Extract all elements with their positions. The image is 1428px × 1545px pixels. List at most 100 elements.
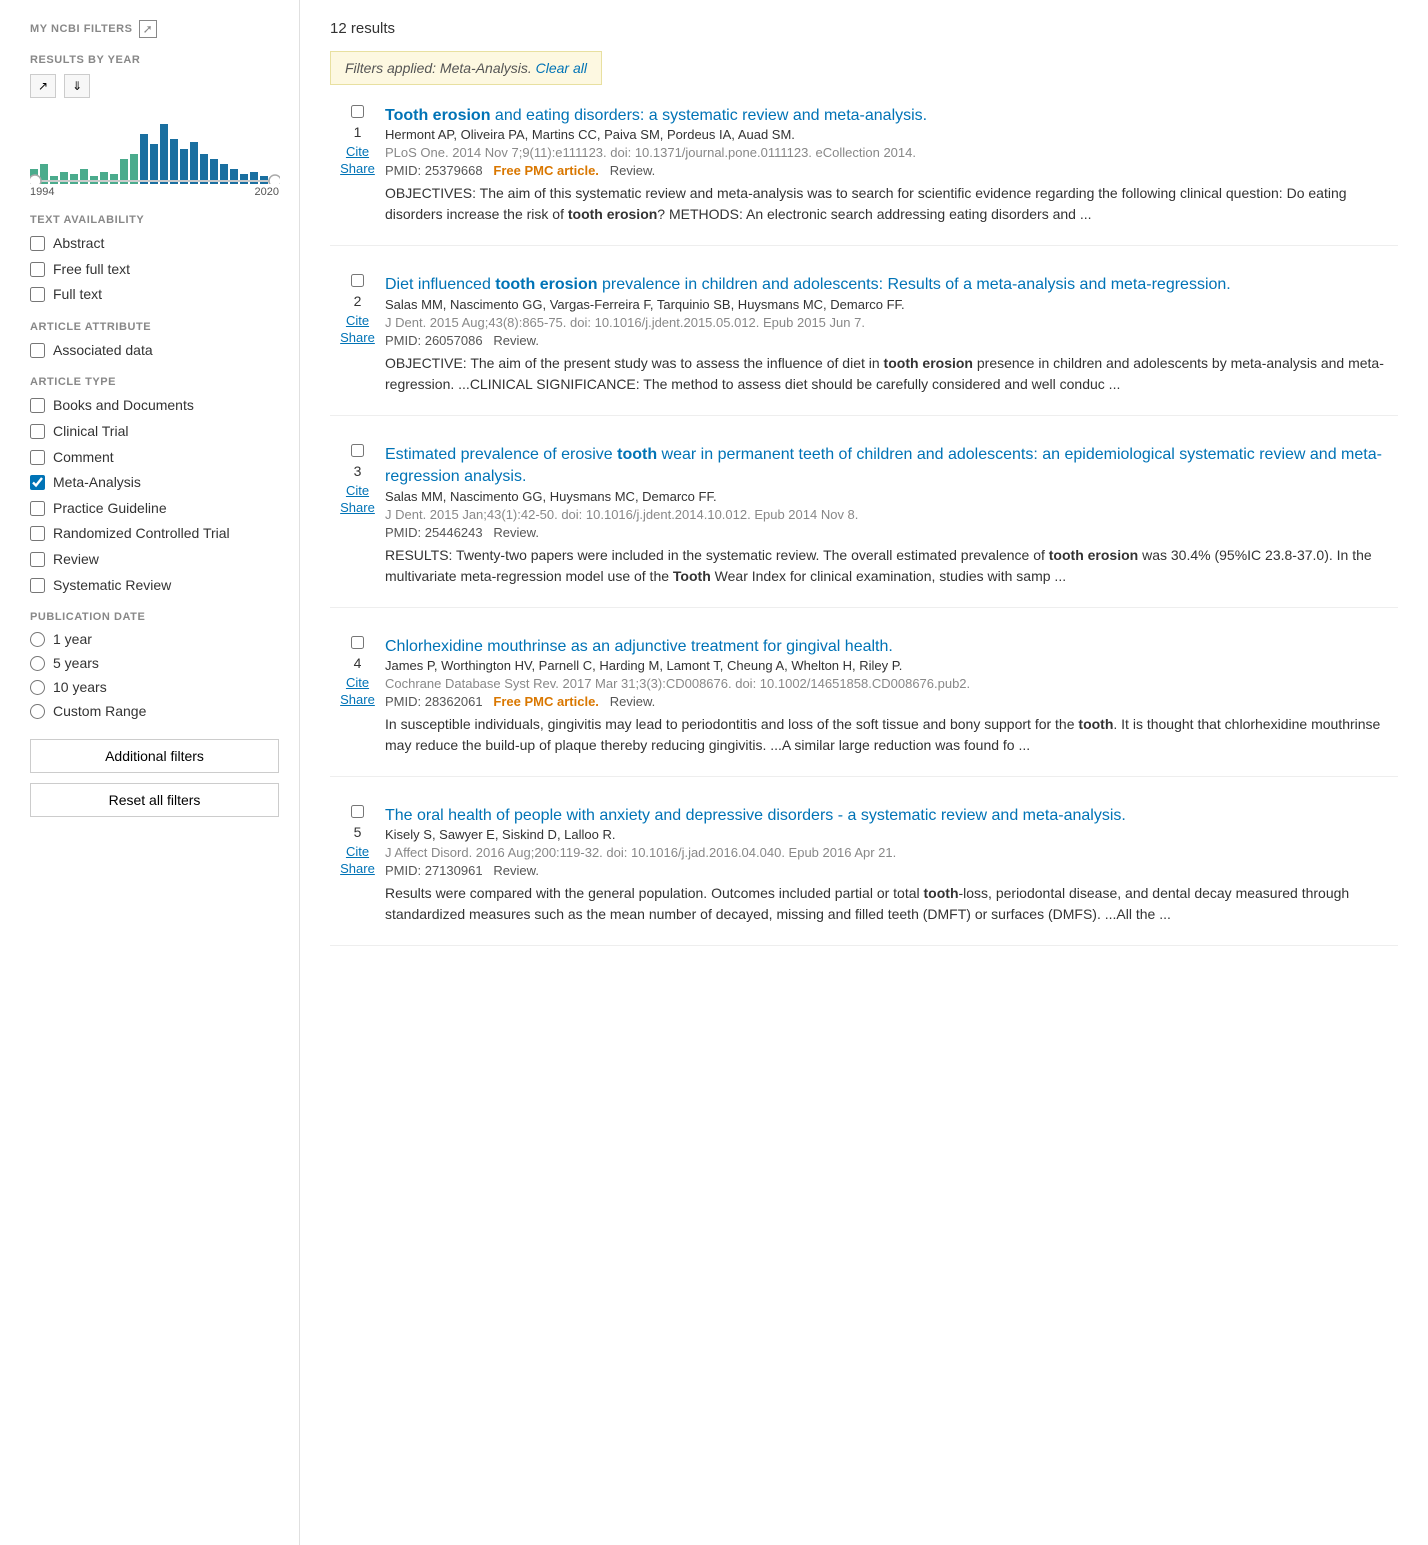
10years-label: 10 years — [53, 679, 107, 695]
result-journal: PLoS One. 2014 Nov 7;9(11):e111123. doi:… — [385, 145, 1398, 160]
abstract-checkbox[interactable] — [30, 236, 45, 251]
result-journal: J Dent. 2015 Jan;43(1):42-50. doi: 10.10… — [385, 507, 1398, 522]
5years-radio[interactable] — [30, 656, 45, 671]
chart-controls: ↗ ⇓ — [30, 74, 279, 98]
result-authors: James P, Worthington HV, Parnell C, Hard… — [385, 658, 1398, 673]
chart-labels: 1994 2020 — [30, 186, 279, 198]
comment-checkbox[interactable] — [30, 450, 45, 465]
result-abstract: Results were compared with the general p… — [385, 883, 1398, 925]
comment-label: Comment — [53, 448, 114, 468]
cite-link[interactable]: Cite — [346, 313, 369, 328]
meta-analysis-checkbox[interactable] — [30, 475, 45, 490]
chart-download-button[interactable]: ⇓ — [64, 74, 90, 98]
my-ncbi-filters-section: MY NCBI FILTERS ➚ — [30, 20, 279, 38]
result-authors: Kisely S, Sawyer E, Siskind D, Lalloo R. — [385, 827, 1398, 842]
result-item: 5 Cite Share The oral health of people w… — [330, 805, 1398, 946]
result-pmid: PMID: 25446243 — [385, 525, 483, 540]
associated-data-checkbox[interactable] — [30, 343, 45, 358]
result-authors: Salas MM, Nascimento GG, Huysmans MC, De… — [385, 489, 1398, 504]
result-body: Estimated prevalence of erosive tooth we… — [385, 444, 1398, 587]
abstract-label: Abstract — [53, 234, 104, 254]
result-authors: Salas MM, Nascimento GG, Vargas-Ferreira… — [385, 297, 1398, 312]
results-count: 12 results — [330, 20, 1398, 37]
share-link[interactable]: Share — [340, 692, 375, 707]
result-checkbox[interactable] — [351, 274, 364, 287]
result-title-link[interactable]: Estimated prevalence of erosive tooth we… — [385, 446, 1382, 485]
result-title-link[interactable]: Tooth erosion and eating disorders: a sy… — [385, 107, 927, 124]
result-checkbox[interactable] — [351, 805, 364, 818]
clear-all-link[interactable]: Clear all — [536, 60, 587, 76]
result-number: 2 — [354, 293, 362, 309]
practice-guideline-label: Practice Guideline — [53, 499, 167, 519]
10years-radio[interactable] — [30, 680, 45, 695]
cite-link[interactable]: Cite — [346, 675, 369, 690]
radio-item-1year: 1 year — [30, 631, 279, 647]
result-left-col: 3 Cite Share — [330, 444, 385, 587]
result-journal: Cochrane Database Syst Rev. 2017 Mar 31;… — [385, 676, 1398, 691]
result-pmid-line: PMID: 28362061 Free PMC article. Review. — [385, 694, 1398, 709]
result-authors: Hermont AP, Oliveira PA, Martins CC, Pai… — [385, 127, 1398, 142]
external-link-icon[interactable]: ➚ — [139, 20, 157, 38]
result-checkbox[interactable] — [351, 444, 364, 457]
chart-expand-button[interactable]: ↗ — [30, 74, 56, 98]
practice-guideline-checkbox[interactable] — [30, 501, 45, 516]
abstract-bold-term: tooth erosion — [568, 206, 657, 222]
result-pmid-line: PMID: 26057086 Review. — [385, 333, 1398, 348]
free-full-text-label: Free full text — [53, 260, 130, 280]
result-pmid-line: PMID: 25446243 Review. — [385, 525, 1398, 540]
systematic-review-checkbox[interactable] — [30, 578, 45, 593]
result-abstract: OBJECTIVES: The aim of this systematic r… — [385, 183, 1398, 225]
review-checkbox[interactable] — [30, 552, 45, 567]
result-title-link[interactable]: The oral health of people with anxiety a… — [385, 807, 1126, 824]
cite-link[interactable]: Cite — [346, 483, 369, 498]
publication-date-items: 1 year 5 years 10 years Custom Range — [30, 631, 279, 719]
abstract-bold-term-2: Tooth — [673, 568, 711, 584]
custom-range-radio[interactable] — [30, 704, 45, 719]
result-abstract: OBJECTIVE: The aim of the present study … — [385, 353, 1398, 395]
additional-filters-button[interactable]: Additional filters — [30, 739, 279, 773]
review-tag: Review. — [493, 333, 539, 348]
filters-applied-text: Filters applied: Meta-Analysis. — [345, 60, 532, 76]
cite-link[interactable]: Cite — [346, 144, 369, 159]
result-item: 4 Cite Share Chlorhexidine mouthrinse as… — [330, 636, 1398, 777]
result-journal: J Affect Disord. 2016 Aug;200:119-32. do… — [385, 845, 1398, 860]
result-title-link[interactable]: Chlorhexidine mouthrinse as an adjunctiv… — [385, 638, 893, 655]
radio-item-10years: 10 years — [30, 679, 279, 695]
result-checkbox[interactable] — [351, 105, 364, 118]
result-body: Diet influenced tooth erosion prevalence… — [385, 274, 1398, 394]
filter-item-meta-analysis: Meta-Analysis — [30, 473, 279, 493]
randomized-controlled-trial-checkbox[interactable] — [30, 526, 45, 541]
filter-item-systematic-review: Systematic Review — [30, 576, 279, 596]
chart-year-end: 2020 — [255, 186, 279, 198]
share-link[interactable]: Share — [340, 330, 375, 345]
full-text-checkbox[interactable] — [30, 287, 45, 302]
article-attribute-label: ARTICLE ATTRIBUTE — [30, 321, 279, 333]
free-full-text-checkbox[interactable] — [30, 262, 45, 277]
result-number: 5 — [354, 824, 362, 840]
books-documents-label: Books and Documents — [53, 396, 194, 416]
share-link[interactable]: Share — [340, 500, 375, 515]
filter-item-practice-guideline: Practice Guideline — [30, 499, 279, 519]
filter-item-books-documents: Books and Documents — [30, 396, 279, 416]
results-by-year-label: RESULTS BY YEAR — [30, 54, 279, 66]
result-number: 4 — [354, 655, 362, 671]
year-chart-svg — [30, 104, 280, 184]
filter-item-comment: Comment — [30, 448, 279, 468]
books-documents-checkbox[interactable] — [30, 398, 45, 413]
result-checkbox[interactable] — [351, 636, 364, 649]
share-link[interactable]: Share — [340, 161, 375, 176]
clinical-trial-checkbox[interactable] — [30, 424, 45, 439]
review-tag: Review. — [493, 863, 539, 878]
result-pmid: PMID: 28362061 — [385, 694, 483, 709]
share-link[interactable]: Share — [340, 861, 375, 876]
result-title-link[interactable]: Diet influenced tooth erosion prevalence… — [385, 276, 1231, 293]
abstract-bold-term: tooth erosion — [1049, 547, 1138, 563]
result-abstract: RESULTS: Twenty-two papers were included… — [385, 545, 1398, 587]
result-body: Tooth erosion and eating disorders: a sy… — [385, 105, 1398, 225]
1year-radio[interactable] — [30, 632, 45, 647]
reset-filters-button[interactable]: Reset all filters — [30, 783, 279, 817]
cite-link[interactable]: Cite — [346, 844, 369, 859]
review-label: Review — [53, 550, 99, 570]
filter-item-full-text: Full text — [30, 285, 279, 305]
result-number: 1 — [354, 124, 362, 140]
